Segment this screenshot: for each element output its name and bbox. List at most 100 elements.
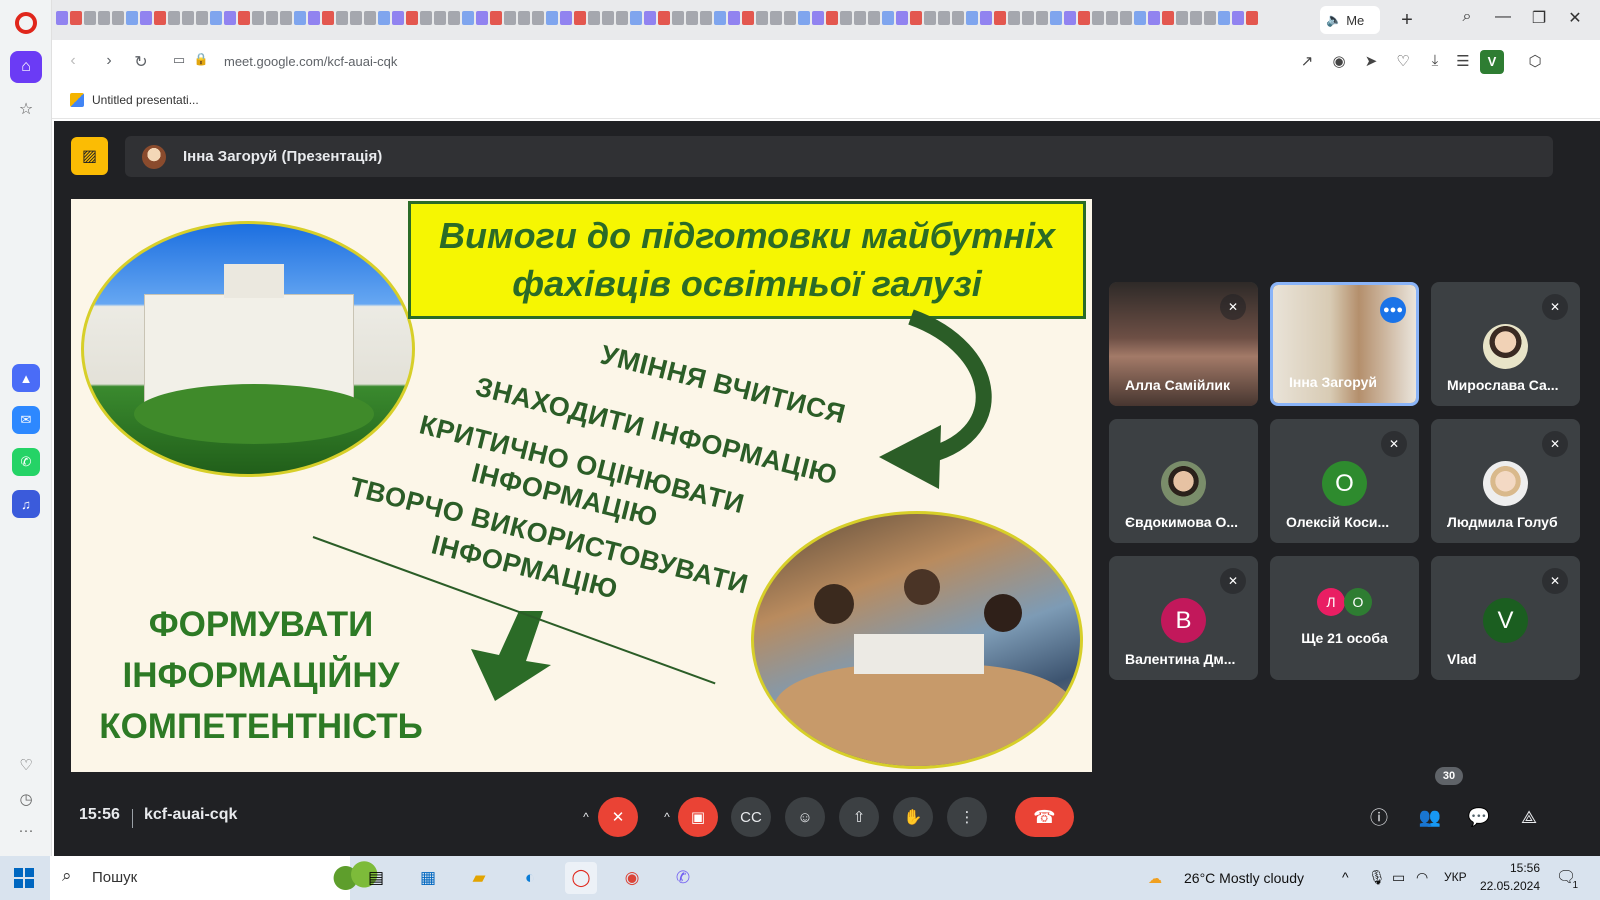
messenger-icon[interactable]: ✉ (12, 406, 40, 434)
pinned-tab-favicon[interactable] (882, 11, 894, 25)
pinned-tab-favicon[interactable] (574, 11, 586, 25)
participant-tile[interactable]: ✕ V Vlad (1431, 556, 1580, 680)
pinned-tab-favicon[interactable] (56, 11, 68, 25)
pinned-tabs[interactable] (56, 11, 1311, 29)
pinned-tab-favicon[interactable] (602, 11, 614, 25)
pinned-tab-favicon[interactable] (924, 11, 936, 25)
pinned-tab-favicon[interactable] (1176, 11, 1188, 25)
pinned-tab-favicon[interactable] (728, 11, 740, 25)
pinned-tab-favicon[interactable] (406, 11, 418, 25)
task-view-icon[interactable]: ▤ (360, 862, 392, 894)
pinned-tab-favicon[interactable] (1078, 11, 1090, 25)
reactions-button[interactable]: ☺ (785, 797, 825, 837)
pinned-tab-favicon[interactable] (322, 11, 334, 25)
participant-tile[interactable]: Євдокимова О... (1109, 419, 1258, 543)
participant-tile[interactable]: ✕ О Олексій Коси... (1270, 419, 1419, 543)
pinned-tab-favicon[interactable] (1064, 11, 1076, 25)
pinned-tab-favicon[interactable] (812, 11, 824, 25)
pinned-tab-favicon[interactable] (1050, 11, 1062, 25)
music-player-icon[interactable]: ♫ (12, 490, 40, 518)
chrome-icon[interactable]: ◉ (616, 862, 648, 894)
pinned-tab-favicon[interactable] (714, 11, 726, 25)
pinned-tab-favicon[interactable] (1204, 11, 1216, 25)
pinned-tab-favicon[interactable] (504, 11, 516, 25)
pinned-tab-favicon[interactable] (238, 11, 250, 25)
pinned-tab-favicon[interactable] (770, 11, 782, 25)
participant-tile[interactable]: ✕ Людмила Голуб (1431, 419, 1580, 543)
tab-active[interactable]: 🔈 Me (1320, 6, 1380, 34)
pinned-tab-favicon[interactable] (1232, 11, 1244, 25)
participant-tile[interactable]: ✕ Мирослава Са... (1431, 282, 1580, 406)
taskbar-search[interactable]: ⌕ Пошук (50, 856, 389, 900)
stop-presenting-icon[interactable]: ▨ (71, 137, 108, 175)
pinned-tab-favicon[interactable] (868, 11, 880, 25)
close-window-button[interactable]: ✕ (1560, 8, 1590, 28)
easy-setup-icon[interactable]: ☰ (1452, 52, 1474, 70)
pinned-tab-favicon[interactable] (616, 11, 628, 25)
heart-icon[interactable]: ♡ (0, 756, 52, 774)
pinned-tab-favicon[interactable] (840, 11, 852, 25)
audio-options-chevron-icon[interactable]: ^ (574, 797, 598, 837)
people-icon[interactable]: 👥 (1410, 797, 1450, 837)
pinned-tab-favicon[interactable] (182, 11, 194, 25)
weather-icon[interactable]: ☁ (1148, 870, 1162, 887)
weather-text[interactable]: 26°C Mostly cloudy (1184, 870, 1304, 886)
pinned-tab-favicon[interactable] (294, 11, 306, 25)
others-tile[interactable]: Л О Ще 21 особа (1270, 556, 1419, 680)
pinned-tab-favicon[interactable] (1246, 11, 1258, 25)
pinned-tab-favicon[interactable] (588, 11, 600, 25)
pinned-tab-favicon[interactable] (210, 11, 222, 25)
pinned-tab-favicon[interactable] (980, 11, 992, 25)
back-button[interactable]: ‹ (62, 52, 84, 70)
history-icon[interactable]: ◷ (0, 790, 52, 808)
more-options-button[interactable]: ⋮ (947, 797, 987, 837)
pinned-tab-favicon[interactable] (224, 11, 236, 25)
favorites-heart-icon[interactable]: ♡ (1392, 52, 1414, 70)
video-options-chevron-icon[interactable]: ^ (655, 797, 679, 837)
more-icon[interactable]: ··· (0, 822, 52, 839)
pinned-tab-favicon[interactable] (350, 11, 362, 25)
minimize-button[interactable]: — (1488, 8, 1518, 26)
pinned-tab-favicon[interactable] (1190, 11, 1202, 25)
pinned-tab-favicon[interactable] (168, 11, 180, 25)
lock-icon[interactable]: 🔒 (190, 52, 212, 66)
pinned-tab-favicon[interactable] (672, 11, 684, 25)
pinned-tab-favicon[interactable] (476, 11, 488, 25)
opera-logo-icon[interactable] (15, 12, 37, 34)
leave-call-button[interactable]: ☎ (1015, 797, 1074, 837)
camera-permission-icon[interactable]: ▭ (168, 52, 190, 68)
pinned-tab-favicon[interactable] (1008, 11, 1020, 25)
taskbar-time[interactable]: 15:56 (1482, 861, 1540, 875)
file-explorer-icon[interactable]: ▰ (463, 862, 495, 894)
pinned-tab-favicon[interactable] (756, 11, 768, 25)
pinned-tab-favicon[interactable] (686, 11, 698, 25)
pinned-tab-favicon[interactable] (518, 11, 530, 25)
pinned-tab-favicon[interactable] (896, 11, 908, 25)
pinned-tab-favicon[interactable] (1120, 11, 1132, 25)
pinned-tab-favicon[interactable] (308, 11, 320, 25)
pinned-tab-favicon[interactable] (1036, 11, 1048, 25)
search-tabs-icon[interactable]: ⌕ (1452, 8, 1482, 26)
pinned-tab-favicon[interactable] (560, 11, 572, 25)
participant-tile[interactable]: ✕ В Валентина Дм... (1109, 556, 1258, 680)
store-icon[interactable]: ▦ (412, 862, 444, 894)
pinned-tab-favicon[interactable] (252, 11, 264, 25)
pinned-tab-favicon[interactable] (448, 11, 460, 25)
star-icon[interactable]: ☆ (10, 93, 42, 125)
meeting-info-icon[interactable]: ⓘ (1359, 797, 1399, 837)
pinned-tab-favicon[interactable] (966, 11, 978, 25)
pinned-tab-favicon[interactable] (700, 11, 712, 25)
aria-app-icon[interactable]: ▲ (12, 364, 40, 392)
pinned-tab-favicon[interactable] (952, 11, 964, 25)
bookmark-item[interactable]: Untitled presentati... (70, 93, 199, 107)
pinned-tab-favicon[interactable] (112, 11, 124, 25)
pinned-tab-favicon[interactable] (140, 11, 152, 25)
pinned-tab-favicon[interactable] (336, 11, 348, 25)
start-button[interactable] (14, 868, 34, 888)
extensions-icon[interactable]: ⬡ (1524, 52, 1546, 70)
taskbar-date[interactable]: 22.05.2024 (1472, 879, 1540, 893)
pinned-tab-favicon[interactable] (1162, 11, 1174, 25)
pinned-tab-favicon[interactable] (742, 11, 754, 25)
pinned-tab-favicon[interactable] (1134, 11, 1146, 25)
send-icon[interactable]: ➤ (1360, 52, 1382, 70)
